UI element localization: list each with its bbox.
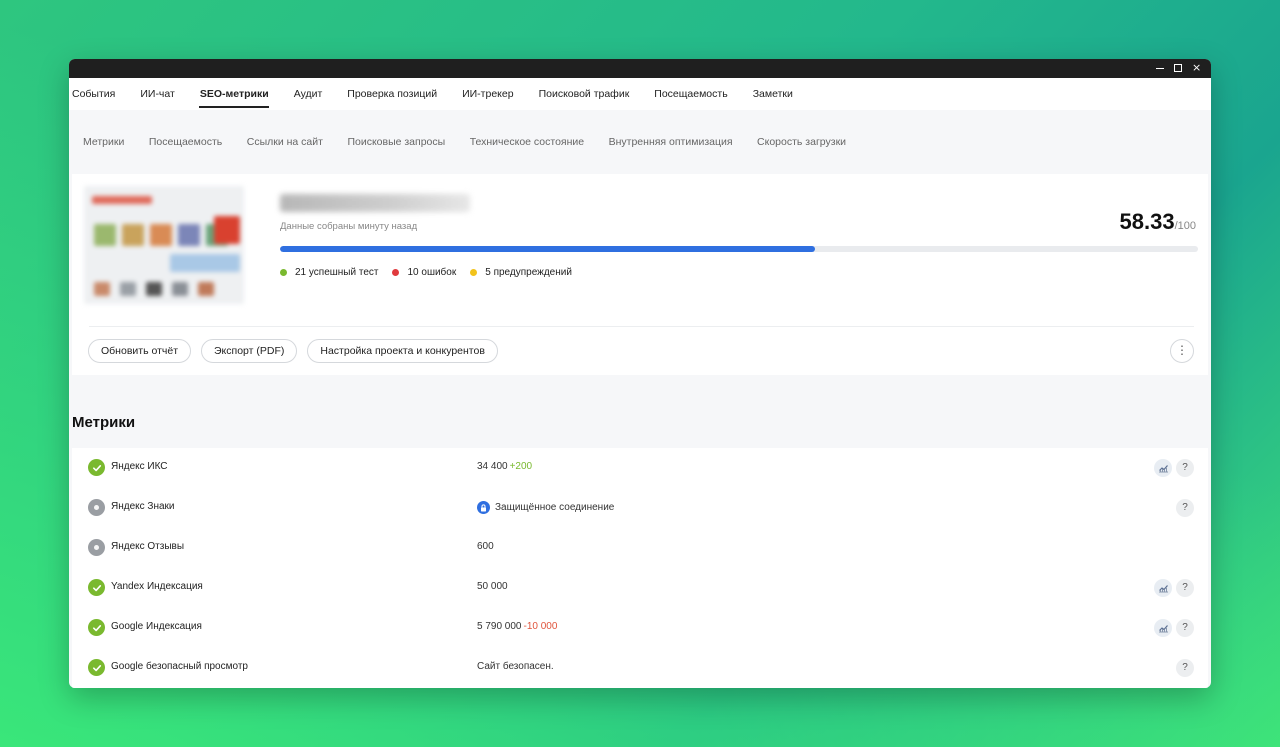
- subtab-5[interactable]: Внутренняя оптимизация: [609, 136, 733, 148]
- metric-value: 5 790 000 -10 000: [477, 621, 557, 632]
- subtab-4[interactable]: Техническое состояние: [470, 136, 584, 148]
- metric-name: Google Индексация: [111, 621, 202, 632]
- metric-value-text: 5 790 000: [477, 621, 522, 632]
- divider: [89, 326, 1194, 327]
- section-title: Метрики: [72, 414, 136, 431]
- metric-name: Яндекс Отзывы: [111, 541, 185, 552]
- metric-value-text: Защищённое соединение: [495, 502, 615, 513]
- help-icon[interactable]: ?: [1176, 579, 1194, 597]
- title-bar: ×: [69, 59, 1211, 78]
- check-icon: [88, 459, 105, 476]
- tab-1[interactable]: ИИ-чат: [128, 78, 187, 110]
- report-card: Данные собраны минуту назад 58.33/100 21…: [72, 174, 1208, 375]
- tab-7[interactable]: Посещаемость: [642, 78, 740, 110]
- check-icon: [88, 619, 105, 636]
- collected-status: Данные собраны минуту назад: [280, 221, 418, 232]
- metric-row: Яндекс Знаки Защищённое соединение?: [72, 488, 1208, 528]
- metric-value: 600: [477, 541, 494, 552]
- tab-6[interactable]: Поисковой трафик: [526, 78, 642, 110]
- project-settings-button[interactable]: Настройка проекта и конкурентов: [307, 339, 498, 363]
- export-pdf-button[interactable]: Экспорт (PDF): [201, 339, 298, 363]
- metric-row: Яндекс ИКС 34 400 +200?: [72, 448, 1208, 488]
- metric-value: Защищённое соединение: [477, 501, 614, 514]
- app-window: × События ИИ-чат SEO-метрики Аудит Проверка …: [69, 59, 1211, 688]
- status-dot-icon: [392, 269, 400, 276]
- score-value: 58.33: [1119, 209, 1175, 234]
- status-dot-icon: [470, 269, 478, 276]
- legend-label: 10 ошибок: [407, 267, 457, 278]
- chart-icon[interactable]: [1154, 619, 1172, 637]
- metrics-list: Яндекс ИКС 34 400 +200? Яндекс Знаки Защищён…: [72, 448, 1208, 688]
- metric-name: Яндекс ИКС: [111, 461, 168, 472]
- lock-icon: [477, 501, 490, 514]
- top-nav: События ИИ-чат SEO-метрики Аудит Проверка по…: [69, 78, 1211, 110]
- chart-icon[interactable]: [1154, 579, 1172, 597]
- help-icon[interactable]: ?: [1176, 499, 1194, 517]
- minimize-icon[interactable]: [1156, 61, 1165, 75]
- score-progress-bar: [280, 246, 1198, 252]
- metric-row: Google Индексация 5 790 000 -10 000?: [72, 608, 1208, 648]
- help-icon[interactable]: ?: [1176, 459, 1194, 477]
- metric-value-text: Сайт безопасен.: [477, 661, 554, 672]
- metric-value: 34 400 +200: [477, 461, 532, 472]
- legend-item: 21 успешный тест: [280, 267, 378, 278]
- tab-5[interactable]: ИИ-трекер: [450, 78, 526, 110]
- subtab-3[interactable]: Поисковые запросы: [347, 136, 445, 148]
- metric-value-text: 50 000: [477, 581, 508, 592]
- tab-4[interactable]: Проверка позиций: [335, 78, 450, 110]
- metric-name: Yandex Индексация: [111, 581, 203, 592]
- legend-label: 5 предупреждений: [485, 267, 572, 278]
- site-title: [280, 194, 470, 212]
- metric-delta: -10 000: [523, 621, 558, 632]
- metric-value-text: 34 400: [477, 461, 508, 472]
- test-legend: 21 успешный тест 10 ошибок 5 предупреждени…: [280, 267, 572, 278]
- refresh-report-button[interactable]: Обновить отчёт: [88, 339, 191, 363]
- metric-value: Сайт безопасен.: [477, 661, 554, 672]
- subtab-2[interactable]: Ссылки на сайт: [247, 136, 323, 148]
- metric-row: Google безопасный просмотр Сайт безопасен…: [72, 648, 1208, 688]
- close-icon[interactable]: ×: [1192, 61, 1201, 75]
- legend-item: 5 предупреждений: [470, 267, 572, 278]
- metric-name: Яндекс Знаки: [111, 501, 175, 512]
- tab-3[interactable]: Аудит: [281, 78, 335, 110]
- maximize-icon[interactable]: [1174, 61, 1183, 75]
- sub-nav: Метрики Посещаемость Ссылки на сайт Поисков…: [69, 110, 1211, 173]
- tab-2[interactable]: SEO-метрики: [187, 78, 281, 110]
- chart-icon[interactable]: [1154, 459, 1172, 477]
- subtab-1[interactable]: Посещаемость: [149, 136, 222, 148]
- metric-delta: +200: [509, 461, 533, 472]
- legend-label: 21 успешный тест: [295, 267, 379, 278]
- metric-value-text: 600: [477, 541, 494, 552]
- subtab-0[interactable]: Метрики: [83, 136, 124, 148]
- help-icon[interactable]: ?: [1176, 659, 1194, 677]
- neutral-status-icon: [88, 499, 105, 516]
- score-progress-fill: [280, 246, 816, 252]
- metric-row: Yandex Индексация 50 000?: [72, 568, 1208, 608]
- neutral-status-icon: [88, 539, 105, 556]
- tab-0[interactable]: События: [72, 78, 128, 110]
- metric-row: Яндекс Отзывы 600: [72, 528, 1208, 568]
- score: 58.33/100: [1120, 209, 1196, 235]
- metric-value: 50 000: [477, 581, 508, 592]
- check-icon: [88, 579, 105, 596]
- more-options-icon[interactable]: ⋮: [1170, 339, 1194, 363]
- legend-item: 10 ошибок: [392, 267, 456, 278]
- site-thumbnail: [84, 186, 244, 304]
- metric-name: Google безопасный просмотр: [111, 661, 248, 672]
- status-dot-icon: [280, 269, 287, 276]
- score-max: /100: [1174, 220, 1196, 232]
- tab-8[interactable]: Заметки: [740, 78, 805, 110]
- help-icon[interactable]: ?: [1176, 619, 1194, 637]
- subtab-6[interactable]: Скорость загрузки: [757, 136, 846, 148]
- action-buttons: Обновить отчёт Экспорт (PDF) Настройка п…: [88, 339, 498, 363]
- check-icon: [88, 659, 105, 676]
